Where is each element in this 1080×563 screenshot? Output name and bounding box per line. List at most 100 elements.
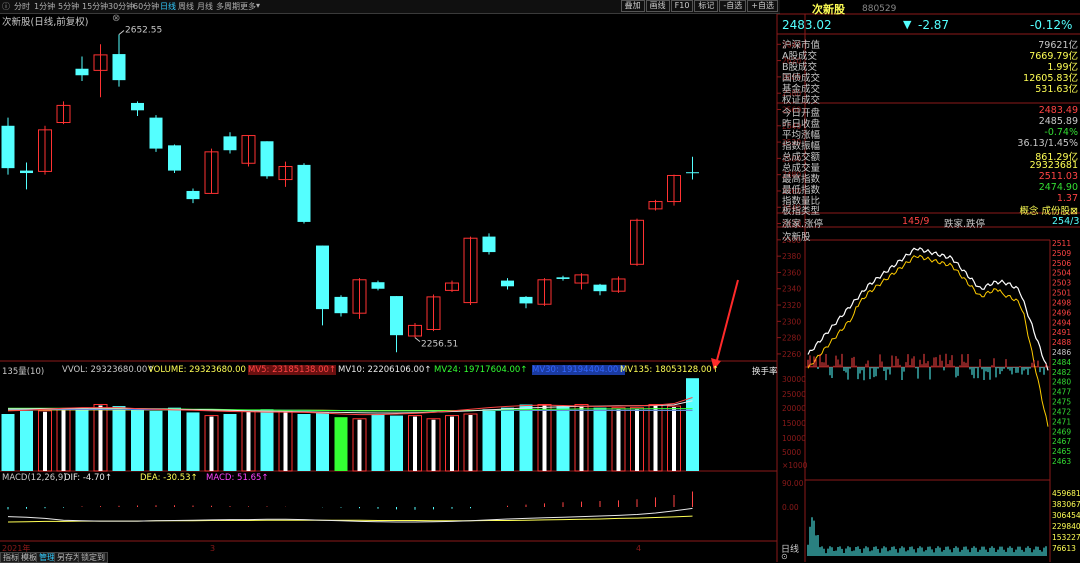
volume-bar bbox=[297, 414, 311, 471]
volume-legend-item: MV135: 18053128.00↑ bbox=[620, 365, 719, 375]
mini-price-tick: 2496 bbox=[1052, 308, 1071, 317]
add-favorite-button[interactable]: +自选 bbox=[747, 0, 778, 12]
index-code: 880529 bbox=[862, 4, 897, 14]
x-axis-label: 4 bbox=[636, 544, 641, 553]
mini-price-tick: 2480 bbox=[1052, 378, 1071, 387]
f10-button[interactable]: F10 bbox=[670, 0, 694, 12]
mini-price-tick: 2475 bbox=[1052, 398, 1071, 407]
mark-button[interactable]: 标记 bbox=[694, 0, 719, 12]
volume-bar-core bbox=[468, 415, 473, 471]
volume-bar bbox=[371, 414, 385, 471]
mini-price-tick: 2482 bbox=[1052, 368, 1071, 377]
mini-price-tick: 2477 bbox=[1052, 388, 1071, 397]
mini-price-tick: 2467 bbox=[1052, 437, 1071, 446]
volume-legend-item: VOLUME: 29323680.00↑ bbox=[148, 365, 254, 375]
volume-bar bbox=[316, 412, 329, 471]
volume-bar-core bbox=[635, 408, 639, 471]
period-toolbar: ⓘ 分时 1分钟 5分钟 15分钟 30分钟 60分钟 日线 周线 月线 多周期… bbox=[0, 0, 780, 14]
stat-value: 531.63亿 bbox=[1035, 84, 1078, 95]
down-arrow-icon: ▼ bbox=[903, 18, 912, 31]
tab-lock[interactable]: 锁定到 bbox=[78, 552, 108, 563]
mini-volume-tick: 229840 bbox=[1052, 522, 1080, 531]
volume-legend-item: MV24: 19717604.00↑ bbox=[434, 365, 528, 375]
volume-legend-item: VVOL: 29323680.00↑ bbox=[62, 365, 155, 375]
mini-price-line bbox=[807, 247, 1049, 371]
volume-bar-core bbox=[283, 411, 288, 471]
stat-label: 板指类型 bbox=[782, 206, 821, 217]
period-15min[interactable]: 15分钟 bbox=[82, 1, 108, 12]
volume-bar bbox=[1, 414, 15, 471]
price-tick-label: 2300 bbox=[782, 317, 801, 326]
volume-bar bbox=[186, 412, 200, 471]
volume-bar bbox=[168, 407, 181, 471]
settings-icon[interactable]: ⊙ bbox=[781, 552, 788, 561]
draw-button[interactable]: 画线 bbox=[645, 0, 670, 12]
volume-bar-core bbox=[413, 416, 417, 471]
macd-tick-label: 90.00 bbox=[782, 479, 804, 488]
price-tick-label: 2320 bbox=[782, 301, 801, 310]
candle-body bbox=[371, 282, 385, 289]
volume-bar bbox=[131, 409, 144, 471]
volume-indicator-title[interactable]: 135量(10) bbox=[2, 365, 44, 377]
stat-value: 2511.03 bbox=[1038, 171, 1078, 182]
annotation-leader bbox=[414, 337, 421, 343]
macd-legend-item: DEA: -30.53↑ bbox=[140, 473, 198, 483]
volume-bar bbox=[482, 409, 496, 471]
price-tick-label: 2360 bbox=[782, 268, 801, 277]
annotation-leader bbox=[118, 30, 125, 35]
volume-bar-core bbox=[431, 419, 436, 471]
volume-legend-item: MV30: 19194404.00↑ bbox=[532, 365, 626, 375]
overlay-button[interactable]: 叠加 bbox=[620, 0, 645, 12]
price-tick-label: 2340 bbox=[782, 285, 801, 294]
period-multi[interactable]: 多周期 bbox=[216, 1, 240, 12]
mini-volume-tick: 153227 bbox=[1052, 533, 1080, 542]
period-5min[interactable]: 5分钟 bbox=[58, 1, 79, 12]
period-more[interactable]: 更多 bbox=[240, 1, 256, 12]
volume-bar bbox=[149, 410, 163, 471]
volume-bar bbox=[390, 415, 403, 471]
stat-value: 2483.49 bbox=[1038, 105, 1078, 116]
macd-legend-item[interactable]: MACD(12,26,9) bbox=[2, 473, 67, 483]
volume-bar-core bbox=[98, 405, 103, 471]
stat-label: 权证成交 bbox=[782, 95, 821, 106]
volume-bar-core bbox=[61, 410, 66, 471]
candle-body bbox=[556, 277, 570, 279]
mini-price-tick: 2494 bbox=[1052, 318, 1071, 327]
candle-body bbox=[482, 236, 496, 253]
mini-price-tick: 2463 bbox=[1052, 457, 1071, 466]
period-60min[interactable]: 60分钟 bbox=[133, 1, 159, 12]
candle-body bbox=[168, 145, 181, 171]
period-1min[interactable]: 1分钟 bbox=[34, 1, 55, 12]
volume-bar bbox=[686, 378, 699, 471]
stat-value: 概念 成份股⊠ bbox=[1019, 206, 1078, 217]
mini-chart-title: 次新股 bbox=[782, 232, 811, 243]
close-icon[interactable]: ⊗ bbox=[112, 13, 120, 24]
more-chevron-icon[interactable]: ▾ bbox=[256, 1, 260, 10]
period-weekly[interactable]: 周线 bbox=[178, 1, 194, 12]
volume-tick-label: 5000 bbox=[782, 448, 801, 457]
period-intraday[interactable]: 分时 bbox=[14, 1, 30, 12]
mini-price-tick: 2506 bbox=[1052, 259, 1071, 268]
volume-bar bbox=[593, 407, 607, 471]
volume-legend-item: MV5: 23185138.00↑ bbox=[248, 365, 337, 375]
remove-favorite-button[interactable]: -自选 bbox=[719, 0, 747, 12]
info-icon[interactable]: ⓘ bbox=[2, 1, 10, 12]
volume-tick-label: ×1000 bbox=[782, 461, 808, 470]
candle-body bbox=[149, 117, 163, 149]
mini-price-tick: 2498 bbox=[1052, 298, 1071, 307]
low-annotation: 2256.51 bbox=[421, 340, 458, 350]
period-30min[interactable]: 30分钟 bbox=[108, 1, 134, 12]
mv10-line bbox=[8, 400, 693, 414]
period-daily[interactable]: 日线 bbox=[160, 1, 176, 12]
period-monthly[interactable]: 月线 bbox=[197, 1, 213, 12]
candle-body bbox=[223, 136, 237, 151]
mini-price-tick: 2509 bbox=[1052, 249, 1071, 258]
candle-body bbox=[186, 190, 200, 200]
candle-body bbox=[112, 54, 126, 81]
candle-body bbox=[334, 296, 348, 314]
volume-bar bbox=[334, 417, 348, 471]
volume-legend-item: MV10: 22206106.00↑ bbox=[338, 365, 432, 375]
volume-tick-label: 15000 bbox=[782, 419, 806, 428]
index-pct: -0.12% bbox=[1030, 18, 1073, 32]
stat-value: -0.74% bbox=[1044, 127, 1078, 138]
